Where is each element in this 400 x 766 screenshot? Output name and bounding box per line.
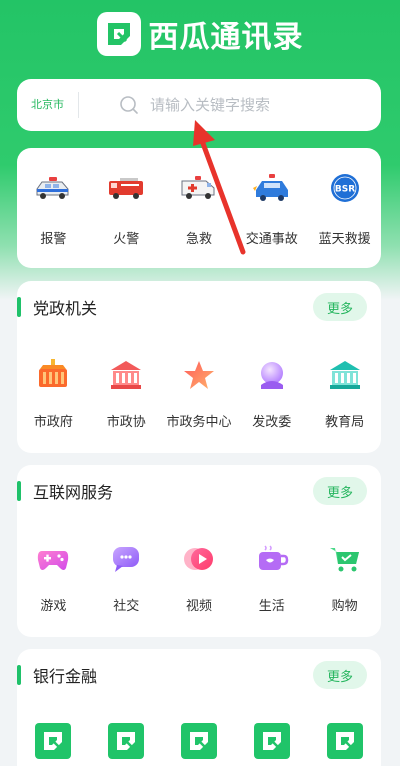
app-logo-icon [180,723,217,759]
internet-item[interactable]: 视频 [163,539,236,614]
bsr-badge-text: BSR [334,185,354,195]
app-logo-icon [108,723,145,759]
app-logo-icon [326,723,363,759]
more-button[interactable]: 更多 [313,661,367,689]
bank-item[interactable] [17,723,90,759]
item-label: 市政务中心 [166,415,232,430]
play-icon [179,539,219,579]
bank-item[interactable] [308,723,381,759]
app-logo-icon [96,12,141,56]
section-internet: 互联网服务 更多 游戏 社交 视频 生活 购物 [17,465,381,637]
item-label: 生活 [258,599,285,614]
item-label: 视频 [185,599,212,614]
fire-truck-icon [106,168,146,208]
gov-item[interactable]: 发改委 [235,355,308,430]
bank-item[interactable] [235,723,308,759]
education-building-icon [325,355,365,395]
more-button[interactable]: 更多 [313,477,367,505]
more-button[interactable]: 更多 [313,293,367,321]
item-label: 游戏 [40,599,67,614]
section-banking: 银行金融 更多 [17,649,381,766]
emergency-label: 报警 [40,232,67,247]
emergency-label: 蓝天救援 [318,232,371,247]
app-header: 西瓜通讯录 [0,12,400,56]
gov-item[interactable]: 市政协 [90,355,163,430]
internet-item[interactable]: 生活 [235,539,308,614]
item-label: 市政协 [106,415,146,430]
section-title: 党政机关 [33,299,98,318]
emergency-label: 火警 [113,232,140,247]
emergency-item-bsr[interactable]: BSR 蓝天救援 [308,168,381,247]
section-title: 银行金融 [33,667,98,686]
section-accent-bar [17,481,21,501]
chat-bubble-icon [106,539,146,579]
search-icon [120,96,138,114]
emergency-item-police[interactable]: 报警 [17,168,90,247]
app-logo-icon [35,723,72,759]
gov-item[interactable]: 市政务中心 [163,355,236,430]
star-icon [179,355,219,395]
app-logo-icon [253,723,290,759]
gov-item[interactable]: 市政府 [17,355,90,430]
government-building-icon [33,355,73,395]
orb-icon [252,355,292,395]
cppcc-building-icon [106,355,146,395]
shopping-cart-icon [325,539,365,579]
internet-item[interactable]: 游戏 [17,539,90,614]
bank-item[interactable] [90,723,163,759]
gov-item[interactable]: 教育局 [308,355,381,430]
item-label: 发改委 [252,415,292,430]
traffic-accident-icon [252,168,292,208]
item-label: 社交 [113,599,140,614]
police-car-icon [33,168,73,208]
section-accent-bar [17,665,21,685]
gamepad-icon [33,539,73,579]
section-party-gov: 党政机关 更多 市政府 市政协 市政务中心 发改委 教育局 [17,281,381,453]
section-title: 互联网服务 [33,483,114,502]
cup-icon [252,539,292,579]
annotation-arrow [193,120,246,255]
item-label: 购物 [331,599,358,614]
bank-item[interactable] [163,723,236,759]
section-accent-bar [17,297,21,317]
item-label: 教育局 [325,415,365,430]
city-selector[interactable]: 北京市 [17,92,79,118]
internet-item[interactable]: 社交 [90,539,163,614]
app-title: 西瓜通讯录 [148,20,304,55]
item-label: 市政府 [33,415,73,430]
emergency-item-fire[interactable]: 火警 [90,168,163,247]
internet-item[interactable]: 购物 [308,539,381,614]
bsr-rescue-icon: BSR [325,168,365,208]
